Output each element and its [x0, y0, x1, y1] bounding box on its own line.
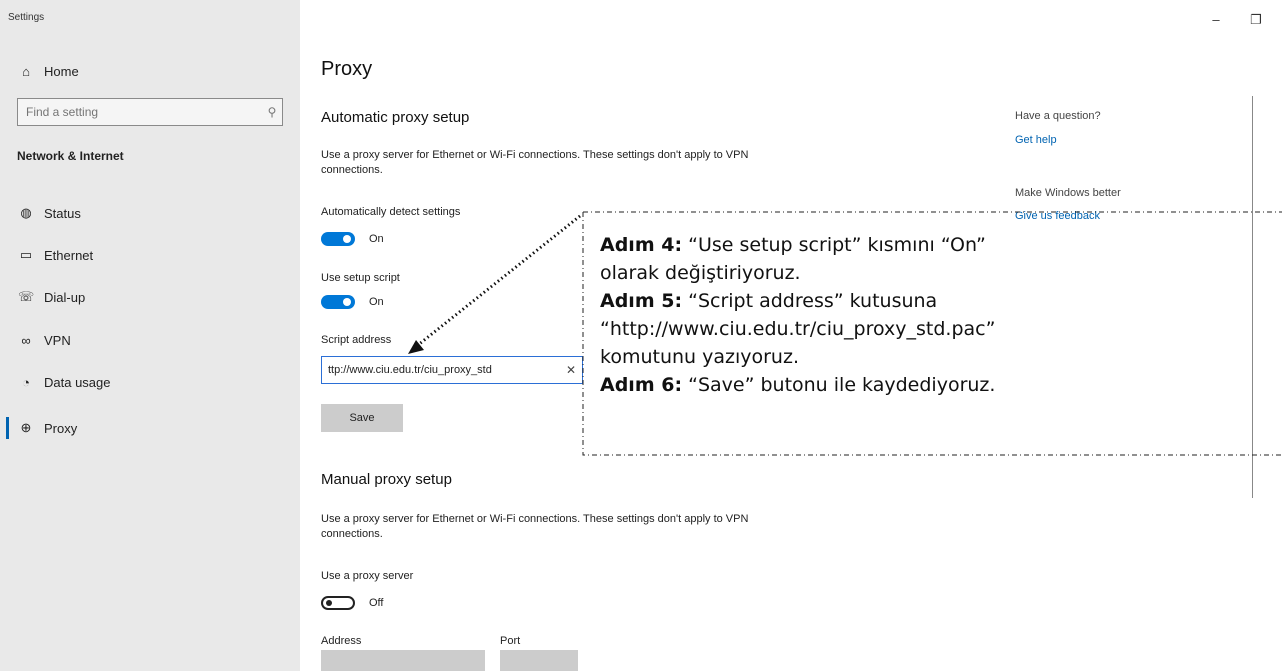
automatic-proxy-description: Use a proxy server for Ethernet or Wi-Fi…	[321, 149, 749, 176]
search-box[interactable]: ⚲	[17, 98, 283, 126]
sidebar-item-proxy[interactable]: ⊕ Proxy	[0, 413, 300, 443]
toggle-switch[interactable]	[321, 232, 355, 246]
use-proxy-label: Use a proxy server	[321, 570, 414, 582]
toggle-state: Off	[369, 597, 384, 609]
dialup-icon: ☏	[18, 289, 35, 304]
address-input[interactable]	[321, 650, 485, 671]
clear-icon[interactable]: ✕	[560, 363, 582, 377]
sidebar-item-label: Home	[44, 63, 79, 79]
sidebar-item-home[interactable]: ⌂ Home	[0, 56, 300, 86]
make-windows-better: Make Windows better	[1015, 187, 1121, 199]
automatic-proxy-heading: Automatic proxy setup	[321, 109, 470, 126]
globe-icon: ⊕	[20, 420, 32, 435]
script-address-field[interactable]: ttp://www.ciu.edu.tr/ciu_proxy_std ✕	[321, 356, 583, 384]
sidebar-item-data-usage[interactable]: ◔ Data usage	[0, 367, 300, 397]
help-question: Have a question?	[1015, 110, 1101, 122]
page-title: Proxy	[321, 58, 373, 80]
use-proxy-toggle[interactable]: Off	[321, 596, 383, 610]
toggle-state: On	[369, 296, 384, 308]
detect-settings-label: Automatically detect settings	[321, 206, 461, 218]
step-5: Adım 5: “Script address” kutusuna “http:…	[600, 290, 996, 368]
step-4: Adım 4: “Use setup script” kısmını “On” …	[600, 234, 986, 284]
manual-proxy-description: Use a proxy server for Ethernet or Wi-Fi…	[321, 513, 749, 540]
port-label: Port	[500, 635, 521, 647]
toggle-switch[interactable]	[321, 295, 355, 309]
sidebar-item-label: Ethernet	[44, 247, 94, 263]
setup-script-toggle[interactable]: On	[321, 295, 384, 309]
toggle-state: On	[369, 233, 384, 245]
search-icon[interactable]: ⚲	[262, 105, 282, 119]
data-usage-icon: ◔	[22, 374, 30, 390]
detect-settings-toggle[interactable]: On	[321, 232, 384, 246]
setup-script-label: Use setup script	[321, 272, 400, 284]
status-icon: ◍	[20, 205, 32, 220]
minimize-button[interactable]: –	[1206, 12, 1226, 27]
ethernet-icon: ▭	[19, 247, 33, 262]
vpn-icon: ∞	[21, 332, 31, 348]
sidebar: Settings ⌂ Home ⚲ Network & Internet ◍ S…	[0, 0, 300, 671]
sidebar-item-label: Proxy	[44, 420, 78, 436]
sidebar-item-label: Dial-up	[44, 289, 86, 305]
home-icon: ⌂	[22, 63, 30, 79]
script-address-label: Script address	[321, 334, 392, 346]
toggle-switch[interactable]	[321, 596, 355, 610]
restore-button[interactable]: ❐	[1246, 12, 1266, 28]
scrollbar[interactable]	[1252, 96, 1253, 498]
sidebar-item-label: Data usage	[44, 374, 111, 390]
sidebar-item-vpn[interactable]: ∞ VPN	[0, 325, 300, 355]
address-label: Address	[321, 635, 362, 647]
sidebar-item-label: VPN	[44, 332, 71, 348]
manual-proxy-heading: Manual proxy setup	[321, 471, 452, 488]
get-help-link[interactable]: Get help	[1015, 134, 1057, 146]
sidebar-item-ethernet[interactable]: ▭ Ethernet	[0, 240, 300, 270]
save-button[interactable]: Save	[321, 404, 403, 432]
callout-text: Adım 4: “Use setup script” kısmını “On” …	[600, 231, 1050, 399]
window-title: Settings	[8, 12, 45, 23]
sidebar-item-status[interactable]: ◍ Status	[0, 198, 300, 228]
section-label: Network & Internet	[17, 149, 124, 163]
sidebar-item-label: Status	[44, 205, 81, 221]
feedback-link[interactable]: Give us feedback	[1015, 210, 1100, 222]
search-input[interactable]	[18, 104, 262, 120]
sidebar-item-dialup[interactable]: ☏ Dial-up	[0, 282, 300, 312]
step-6: Adım 6: “Save” butonu ile kaydediyoruz.	[600, 374, 996, 396]
port-input[interactable]	[500, 650, 578, 671]
script-address-value[interactable]: ttp://www.ciu.edu.tr/ciu_proxy_std	[322, 364, 560, 376]
